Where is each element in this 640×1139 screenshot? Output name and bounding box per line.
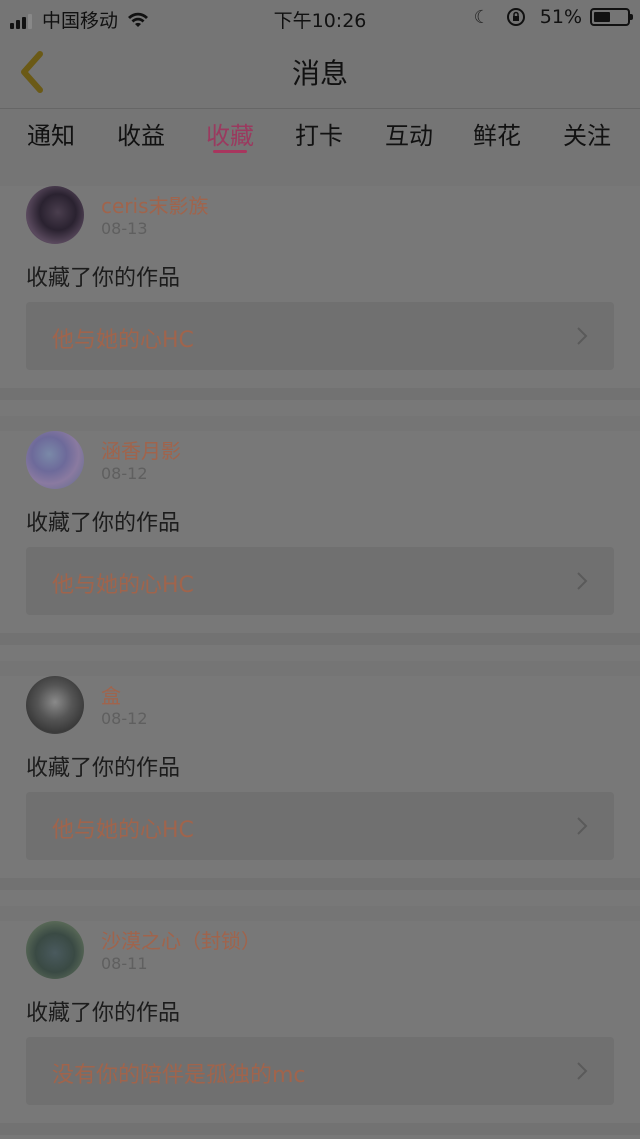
tab-bar: 通知 收益 收藏 打卡 互动 鲜花 关注 xyxy=(0,108,640,160)
avatar[interactable] xyxy=(26,676,84,734)
action-text: 收藏了你的作品 xyxy=(26,511,181,536)
tab-earnings[interactable]: 收益 xyxy=(111,116,171,151)
divider xyxy=(0,388,640,400)
tab-flowers[interactable]: 鲜花 xyxy=(467,116,527,151)
page-title: 消息 xyxy=(291,57,348,90)
chevron-right-icon xyxy=(577,327,588,345)
action-text: 收藏了你的作品 xyxy=(26,1001,181,1026)
work-card[interactable]: 他与她的心HC xyxy=(26,302,614,370)
work-title: 他与她的心HC xyxy=(52,328,194,353)
tab-notice[interactable]: 通知 xyxy=(21,116,81,151)
moon-icon: ☾ xyxy=(473,6,490,28)
avatar[interactable] xyxy=(26,431,84,489)
divider xyxy=(0,1123,640,1135)
battery-percent: 51% xyxy=(539,6,582,28)
status-bar: 中国移动 下午10:26 ☾ 51% xyxy=(0,0,640,36)
work-card[interactable]: 没有你的陪伴是孤独的mc xyxy=(26,1037,614,1105)
screen: 中国移动 下午10:26 ☾ 51% 消息 通知 收益 收藏 打卡 互动 鲜花 … xyxy=(0,0,640,1139)
avatar[interactable] xyxy=(26,186,84,244)
chevron-right-icon xyxy=(577,572,588,590)
user-name[interactable]: ceris末影族 xyxy=(101,190,209,219)
status-right: ☾ 51% xyxy=(473,6,633,28)
work-card[interactable]: 他与她的心HC xyxy=(26,547,614,615)
avatar[interactable] xyxy=(26,921,84,979)
nav-bar: 消息 xyxy=(0,36,640,109)
tab-favorites[interactable]: 收藏 xyxy=(200,116,260,151)
list-item: 盒 08-12 收藏了你的作品 他与她的心HC xyxy=(0,676,640,906)
work-title: 他与她的心HC xyxy=(52,573,194,598)
list-item: 沙漠之心（封锁） 08-11 收藏了你的作品 没有你的陪伴是孤独的mc xyxy=(0,921,640,1139)
battery-fill xyxy=(594,12,611,22)
work-title: 没有你的陪伴是孤独的mc xyxy=(52,1063,306,1088)
post-date: 08-12 xyxy=(101,709,148,728)
rotation-lock-icon xyxy=(506,8,525,26)
chevron-right-icon xyxy=(577,1062,588,1080)
tab-interaction[interactable]: 互动 xyxy=(379,116,439,151)
user-name[interactable]: 盒 xyxy=(101,680,121,709)
divider xyxy=(0,878,640,890)
action-text: 收藏了你的作品 xyxy=(26,756,181,781)
post-date: 08-11 xyxy=(101,954,148,973)
chevron-right-icon xyxy=(577,817,588,835)
user-name[interactable]: 涵香月影 xyxy=(101,435,181,464)
user-name[interactable]: 沙漠之心（封锁） xyxy=(101,925,261,954)
divider xyxy=(0,633,640,645)
tab-follow[interactable]: 关注 xyxy=(557,116,617,151)
list-item: ceris末影族 08-13 收藏了你的作品 他与她的心HC xyxy=(0,186,640,416)
action-text: 收藏了你的作品 xyxy=(26,266,181,291)
tab-checkin[interactable]: 打卡 xyxy=(289,116,349,151)
battery-icon xyxy=(590,8,633,26)
active-tab-indicator xyxy=(213,150,247,153)
post-date: 08-13 xyxy=(101,219,148,238)
work-title: 他与她的心HC xyxy=(52,818,194,843)
list-item: 涵香月影 08-12 收藏了你的作品 他与她的心HC xyxy=(0,431,640,661)
work-card[interactable]: 他与她的心HC xyxy=(26,792,614,860)
post-date: 08-12 xyxy=(101,464,148,483)
